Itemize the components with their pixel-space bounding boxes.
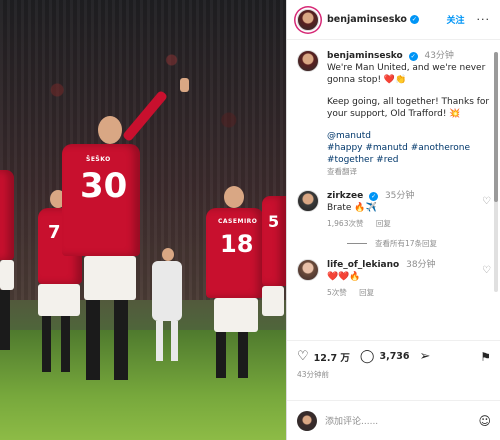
instagram-post-modal: 7 ŠEŠKO 30 CASEMIRO 18 5 benjaminsesko ✓… <box>0 0 500 440</box>
caption-avatar[interactable] <box>297 50 319 72</box>
comment-avatar[interactable] <box>297 259 319 281</box>
player-number: 7 <box>48 222 61 243</box>
comment-time: 38分钟 <box>406 260 436 270</box>
more-dots-icon[interactable]: ··· <box>477 13 491 26</box>
player-left-edge <box>0 170 14 350</box>
emoji-icon[interactable]: ☺ <box>478 414 491 428</box>
comment-likes[interactable]: 1,963次赞 <box>327 219 363 228</box>
divider-line <box>347 243 367 244</box>
comment-input[interactable]: 添加评论...... <box>325 414 378 427</box>
comment: life_of_lekiano 38分钟 ❤️❤️🔥 5次赞 回复 ♡ <box>287 249 500 299</box>
reply-button[interactable]: 回复 <box>359 288 374 297</box>
view-replies-link[interactable]: 查看所有17条回复 <box>287 230 500 249</box>
comment-time: 35分钟 <box>384 191 415 201</box>
caption: benjaminsesko ✓ 43分钟 We're Man United, a… <box>287 40 500 178</box>
comment-text: ❤️❤️🔥 <box>327 272 361 282</box>
player-number: 30 <box>80 166 128 206</box>
comment-count: 3,736 <box>379 351 410 362</box>
shirt-name: ŠEŠKO <box>86 156 111 163</box>
caption-line2: Keep going, all together! Thanks for you… <box>327 97 490 119</box>
post-header: benjaminsesko ✓ 关注 ··· <box>287 0 500 40</box>
caption-hashtags[interactable]: #happy #manutd #anotherone <box>327 142 491 154</box>
view-replies-label[interactable]: 查看所有17条回复 <box>375 238 437 249</box>
comment-text: Brate 🔥✈️ <box>327 203 377 213</box>
comment-composer: 添加评论...... ☺ <box>287 400 500 440</box>
player-sesko: ŠEŠKO 30 <box>62 78 189 380</box>
like-count[interactable]: 12.7 万 <box>314 350 350 364</box>
current-user-avatar <box>297 410 317 431</box>
follow-button[interactable]: 关注 <box>446 13 464 26</box>
post-actions: ♡ 12.7 万 ◯ 3,736 ➢ ⚑ 43分钟前 <box>287 340 500 390</box>
player-casemiro: CASEMIRO 18 <box>206 186 264 378</box>
post-time: 43分钟前 <box>297 370 330 379</box>
comments-scroll-area[interactable]: benjaminsesko ✓ 43分钟 We're Man United, a… <box>287 40 500 340</box>
player-right-edge: 5 <box>262 196 286 316</box>
comment-likes[interactable]: 5次赞 <box>327 288 347 297</box>
see-translation-link[interactable]: 查看翻译 <box>327 166 491 178</box>
comment-username[interactable]: zirkzee <box>327 191 363 201</box>
caption-mention[interactable]: @manutd <box>327 130 491 142</box>
verified-badge-icon: ✓ <box>408 52 418 61</box>
caption-hashtags-2[interactable]: #together #red <box>327 154 491 166</box>
comment: zirkzee ✓ 35分钟 Brate 🔥✈️ 1,963次赞 回复 ♡ <box>287 178 500 230</box>
like-comment-heart-icon[interactable]: ♡ <box>482 190 491 230</box>
post-photo[interactable]: 7 ŠEŠKO 30 CASEMIRO 18 5 <box>0 0 286 440</box>
comment-avatar[interactable] <box>297 190 319 212</box>
player-background-grey <box>152 248 182 361</box>
player-number: 18 <box>220 230 254 258</box>
caption-time: 43分钟 <box>424 51 454 61</box>
caption-line1: We're Man United, and we're never gonna … <box>327 63 486 85</box>
player-number: 5 <box>268 212 280 231</box>
author-avatar[interactable] <box>297 8 319 31</box>
comment-bubble-icon[interactable]: ◯ <box>360 349 375 364</box>
verified-badge-icon: ✓ <box>369 192 379 201</box>
share-send-icon[interactable]: ➢ <box>420 349 431 364</box>
scrollbar-thumb[interactable] <box>494 52 498 202</box>
comment-username[interactable]: life_of_lekiano <box>327 260 399 270</box>
reply-button[interactable]: 回复 <box>376 219 391 228</box>
verified-badge-icon: ✓ <box>409 15 419 24</box>
like-heart-icon[interactable]: ♡ <box>297 349 309 364</box>
post-side-panel: benjaminsesko ✓ 关注 ··· benjaminsesko ✓ 4… <box>286 0 500 440</box>
scrollbar[interactable] <box>494 52 498 292</box>
shirt-name: CASEMIRO <box>218 218 258 225</box>
caption-username[interactable]: benjaminsesko <box>327 51 403 61</box>
bookmark-icon[interactable]: ⚑ <box>480 350 491 364</box>
author-username[interactable]: benjaminsesko <box>327 14 407 25</box>
like-comment-heart-icon[interactable]: ♡ <box>482 259 491 299</box>
